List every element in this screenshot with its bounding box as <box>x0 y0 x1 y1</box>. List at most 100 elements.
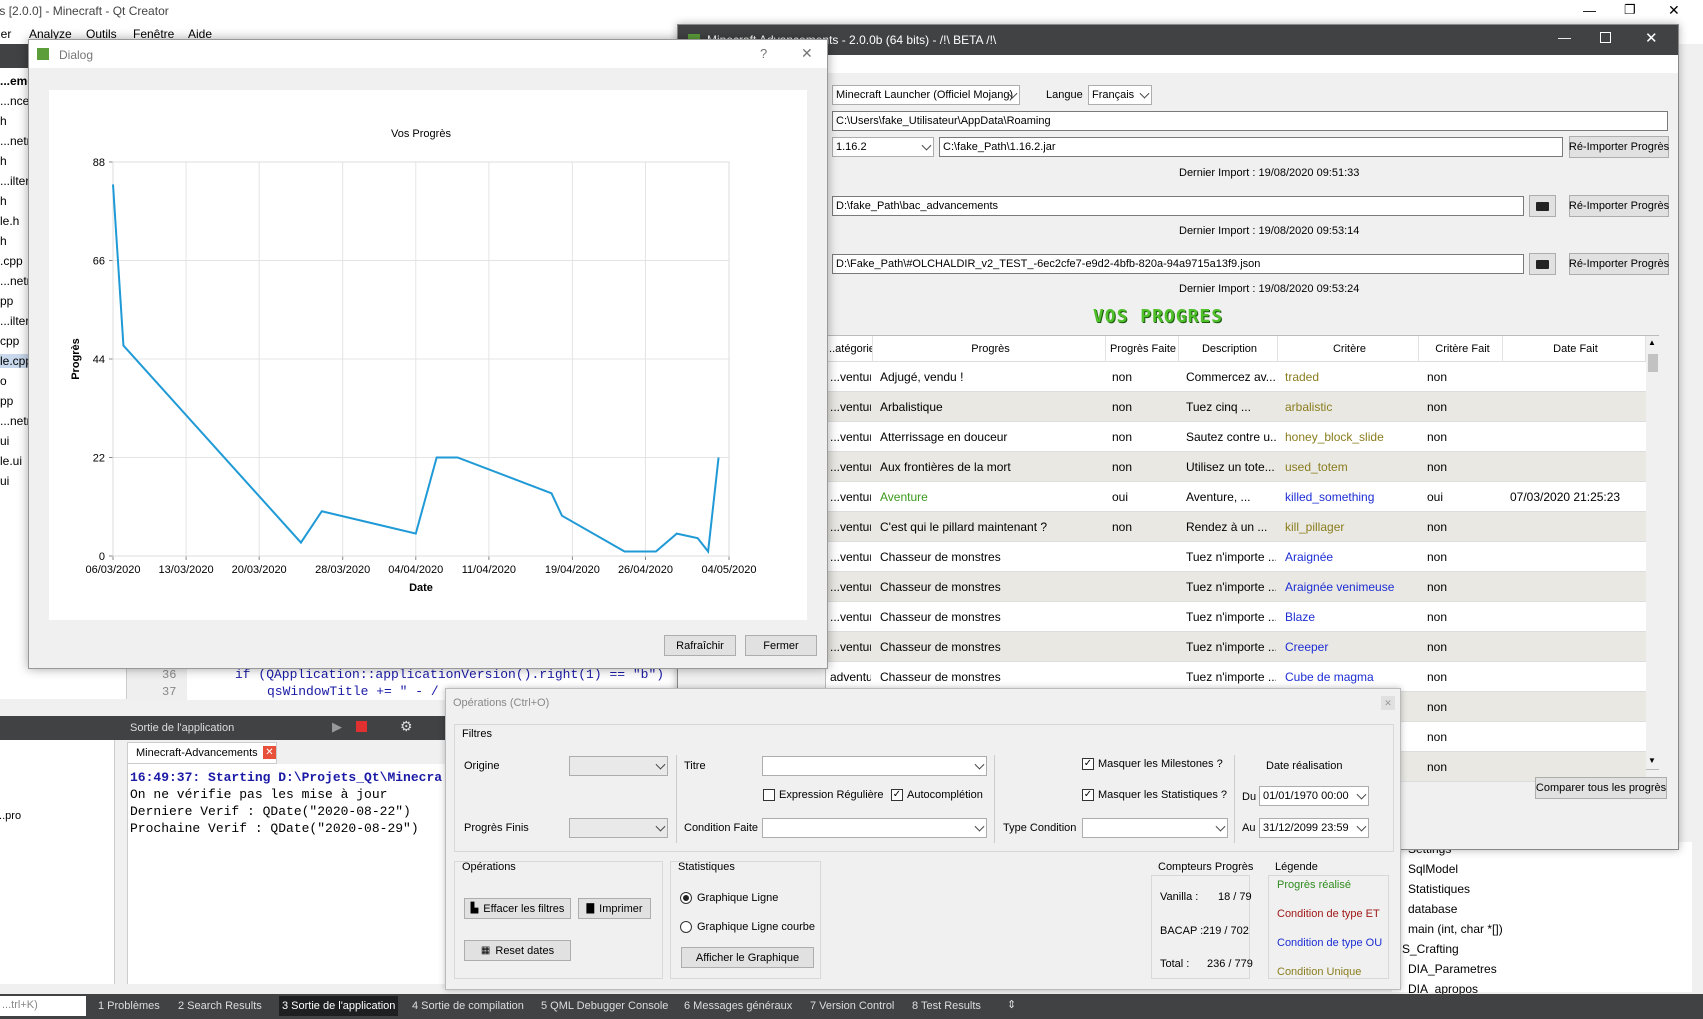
status-tab[interactable]: 4 Sortie de compilation <box>412 1000 524 1012</box>
masquer-milestones-checkbox[interactable]: ✓ <box>1082 758 1094 770</box>
status-tab[interactable]: 5 QML Debugger Console <box>541 1000 668 1012</box>
table-cell: C'est qui le pillard maintenant ? <box>880 520 1048 534</box>
menu-file[interactable]: ...uer <box>0 27 11 41</box>
sidebar-file-item[interactable]: .cpp <box>0 254 23 268</box>
sidebar-file-item[interactable]: le.ui <box>0 454 22 468</box>
close-tab-icon[interactable]: ✕ <box>263 746 276 759</box>
launcher-combo[interactable]: Minecraft Launcher (Officiel Mojang) <box>832 85 1020 105</box>
maximize-icon[interactable] <box>1600 32 1611 43</box>
table-cell: non <box>1427 550 1448 564</box>
close-icon[interactable]: ✕ <box>1381 696 1395 710</box>
compare-all-button[interactable]: Comparer tous les progrès <box>1535 777 1667 799</box>
reimport-bacap-button[interactable]: Ré-Importer Progrès <box>1569 195 1669 217</box>
jar-path-field[interactable]: C:\fake_Path\1.16.2.jar <box>939 137 1563 157</box>
bacap-path-field[interactable]: D:\fake_Path\bac_advancements <box>832 196 1524 216</box>
table-row[interactable]: ...venture Arbalistique non Tuez cinq ... ar… <box>826 392 1646 422</box>
reimport-json-button[interactable]: Ré-Importer Progrès <box>1569 253 1669 275</box>
table-row[interactable]: ...venture Aux frontières de la mort non Ut… <box>826 452 1646 482</box>
table-row[interactable]: ...venture Atterrissage en douceur non Saut… <box>826 422 1646 452</box>
outline-item[interactable]: DIA_Parametres <box>1408 962 1497 976</box>
table-row[interactable]: ...venture Chasseur de monstres Tuez n'imp… <box>826 602 1646 632</box>
appdata-path-field[interactable]: C:\Users\fake_Utilisateur\AppData\Roamin… <box>832 111 1668 131</box>
close-dialog-button[interactable]: Fermer <box>745 635 817 656</box>
table-row[interactable]: ...venture Chasseur de monstres Tuez n'imp… <box>826 632 1646 662</box>
table-column-header[interactable]: ...atégorie <box>826 336 873 362</box>
table-column-header[interactable]: Progrès Faite <box>1108 336 1179 362</box>
close-icon[interactable]: ✕ <box>1645 29 1658 47</box>
scroll-down-icon[interactable]: ▼ <box>1648 756 1656 765</box>
status-tab[interactable]: 3 Sortie de l'application <box>279 996 399 1016</box>
status-tab[interactable]: 6 Messages généraux <box>684 1000 792 1012</box>
sidebar-file-item[interactable]: ui <box>0 434 9 448</box>
type-condition-combo[interactable] <box>1082 818 1228 838</box>
folder-browse-button[interactable] <box>1529 195 1556 217</box>
sidebar-file-item[interactable]: h <box>0 114 7 128</box>
minimize-icon[interactable]: — <box>1558 30 1571 45</box>
sidebar-file-item[interactable]: pp <box>0 394 13 408</box>
close-icon[interactable]: ✕ <box>801 45 813 62</box>
condition-faite-combo[interactable] <box>762 818 987 838</box>
status-tab[interactable]: 1 Problèmes <box>98 1000 160 1012</box>
table-row[interactable]: ...venture C'est qui le pillard maintenan… <box>826 512 1646 542</box>
langue-combo[interactable]: Français <box>1088 85 1152 105</box>
scroll-thumb[interactable] <box>1648 354 1658 372</box>
graph-ligne-radio[interactable] <box>680 892 692 904</box>
sidebar-file-item[interactable]: h <box>0 194 7 208</box>
up-down-icon[interactable]: ⇕ <box>1007 998 1016 1011</box>
sidebar-file-item[interactable]: ui <box>0 474 9 488</box>
au-label: Au <box>1242 822 1256 834</box>
version-combo[interactable]: 1.16.2 <box>832 137 934 157</box>
table-row[interactable]: ...venture Chasseur de monstres Tuez n'imp… <box>826 542 1646 572</box>
refresh-button[interactable]: Rafraîchir <box>664 635 736 656</box>
date-au-picker[interactable]: 31/12/2099 23:59 <box>1259 818 1369 838</box>
table-row[interactable]: ...venture Adjugé, vendu ! non Commercez av… <box>826 362 1646 392</box>
graph-courbe-radio[interactable] <box>680 921 692 933</box>
sidebar-file-item[interactable]: h <box>0 234 7 248</box>
gear-icon[interactable]: ⚙ <box>400 718 413 735</box>
progres-finis-combo[interactable] <box>569 818 668 838</box>
stop-icon[interactable] <box>356 721 367 732</box>
masquer-stats-checkbox[interactable]: ✓ <box>1082 789 1094 801</box>
minimize-icon[interactable]: — <box>1583 3 1596 18</box>
status-tab[interactable]: 7 Version Control <box>810 1000 894 1012</box>
outline-item[interactable]: MS_Crafting <box>1392 942 1459 956</box>
table-column-header[interactable]: Description <box>1182 336 1278 362</box>
outline-item[interactable]: SqlModel <box>1408 862 1458 876</box>
table-column-header[interactable]: Progrès <box>876 336 1106 362</box>
restore-icon[interactable]: ❐ <box>1624 2 1636 18</box>
reset-dates-button[interactable]: ▦ Reset dates <box>464 940 571 961</box>
sidebar-file-item[interactable]: h <box>0 154 7 168</box>
table-column-header[interactable]: Critère Fait <box>1423 336 1503 362</box>
locator-input[interactable]: ...trl+K) <box>0 996 86 1016</box>
output-tab[interactable]: Minecraft-Advancements ✕ <box>127 742 277 764</box>
outline-item[interactable]: Statistiques <box>1408 882 1470 896</box>
json-path-field[interactable]: D:\Fake_Path\#OLCHALDIR_v2_TEST_-6ec2cfe… <box>832 254 1524 274</box>
reimport-vanilla-button[interactable]: Ré-Importer Progrès <box>1569 136 1669 158</box>
status-tab[interactable]: 8 Test Results <box>912 1000 981 1012</box>
autocompletion-checkbox[interactable]: ✓ <box>891 789 903 801</box>
sidebar-file-item[interactable]: le.h <box>0 214 19 228</box>
folder-browse-button[interactable] <box>1529 253 1556 275</box>
origine-combo[interactable] <box>569 756 668 776</box>
table-row[interactable]: ...venture Chasseur de monstres Tuez n'imp… <box>826 572 1646 602</box>
status-tab[interactable]: 2 Search Results <box>178 1000 262 1012</box>
effacer-filtres-button[interactable]: ▙ Effacer les filtres <box>464 898 571 919</box>
help-icon[interactable]: ? <box>760 46 767 61</box>
table-column-header[interactable]: Critère <box>1281 336 1419 362</box>
table-row[interactable]: ...venture Aventure oui Aventure, ... killed… <box>826 482 1646 512</box>
outline-item[interactable]: database <box>1408 902 1457 916</box>
afficher-graphique-button[interactable]: Afficher le Graphique <box>681 947 814 968</box>
imprimer-button[interactable]: ▇ Imprimer <box>578 898 651 919</box>
expression-reguliere-checkbox[interactable] <box>763 789 775 801</box>
sidebar-file-item[interactable]: cpp <box>0 334 19 348</box>
run-icon[interactable]: ▶ <box>332 719 342 735</box>
close-icon[interactable]: ✕ <box>1668 2 1680 19</box>
sidebar-file-item[interactable]: o <box>0 374 7 388</box>
table-column-header[interactable]: Date Fait <box>1506 336 1646 362</box>
date-du-picker[interactable]: 01/01/1970 00:00 <box>1259 786 1369 806</box>
scroll-up-icon[interactable]: ▲ <box>1648 338 1656 347</box>
titre-combo[interactable] <box>762 756 987 776</box>
table-scrollbar[interactable]: ▲ ▼ <box>1646 336 1660 769</box>
outline-item[interactable]: main (int, char *[]) <box>1408 922 1503 936</box>
sidebar-file-item[interactable]: pp <box>0 294 13 308</box>
